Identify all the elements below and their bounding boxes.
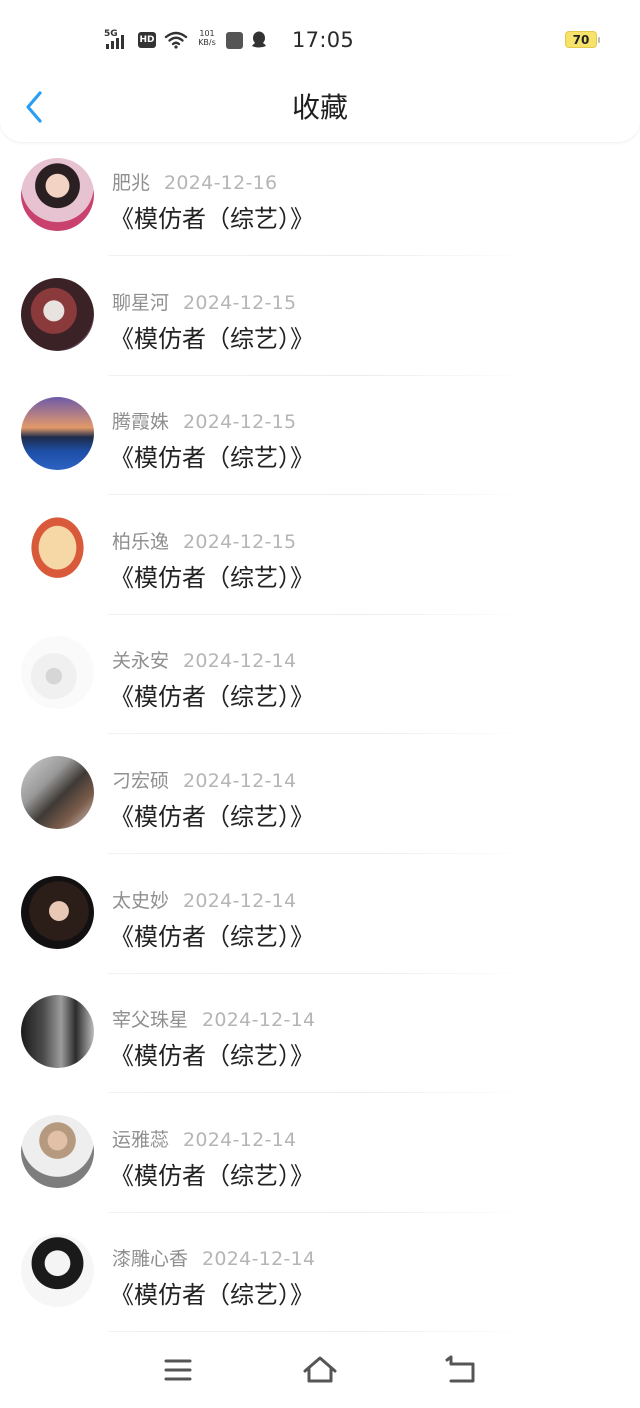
favorites-list: 肥兆 2024-12-16 《模仿者（综艺）》 聊星河 2024-12-15 《模仿… bbox=[0, 142, 640, 1338]
list-item[interactable]: 刁宏硕 2024-12-14 《模仿者（综艺）》 bbox=[0, 740, 640, 860]
avatar[interactable] bbox=[21, 755, 94, 829]
hd-voice-icon: HD bbox=[138, 32, 156, 48]
work-title[interactable]: 《模仿者（综艺）》 bbox=[110, 917, 314, 952]
favorite-date: 2024-12-14 bbox=[202, 1248, 316, 1271]
avatar[interactable] bbox=[21, 636, 94, 710]
app-notification-icon bbox=[226, 31, 243, 49]
work-title[interactable]: 《模仿者（综艺）》 bbox=[110, 1156, 314, 1191]
user-name[interactable]: 聊星河 bbox=[112, 292, 169, 314]
qq-icon bbox=[252, 31, 266, 48]
divider bbox=[108, 1331, 528, 1333]
work-title[interactable]: 《模仿者（综艺）》 bbox=[110, 677, 314, 712]
avatar[interactable] bbox=[21, 277, 94, 351]
divider bbox=[108, 733, 528, 735]
user-name[interactable]: 肥兆 bbox=[112, 172, 150, 194]
favorite-date: 2024-12-15 bbox=[183, 530, 297, 553]
user-name[interactable]: 运雅蕊 bbox=[112, 1129, 169, 1151]
back-icon[interactable] bbox=[442, 1350, 482, 1390]
divider bbox=[108, 494, 528, 496]
work-title[interactable]: 《模仿者（综艺）》 bbox=[110, 558, 314, 593]
work-title[interactable]: 《模仿者（综艺）》 bbox=[110, 319, 314, 354]
list-item[interactable]: 运雅蕊 2024-12-14 《模仿者（综艺）》 bbox=[0, 1099, 640, 1219]
work-title[interactable]: 《模仿者（综艺）》 bbox=[110, 1275, 314, 1310]
list-item[interactable]: 漆雕心香 2024-12-14 《模仿者（综艺）》 bbox=[0, 1218, 640, 1338]
divider bbox=[108, 255, 528, 256]
favorite-date: 2024-12-14 bbox=[183, 650, 297, 673]
avatar[interactable] bbox=[21, 158, 94, 231]
avatar[interactable] bbox=[21, 875, 94, 949]
list-item[interactable]: 柏乐逸 2024-12-15 《模仿者（综艺）》 bbox=[0, 501, 640, 621]
menu-icon[interactable] bbox=[158, 1350, 198, 1390]
work-title[interactable]: 《模仿者（综艺）》 bbox=[110, 199, 314, 234]
work-title[interactable]: 《模仿者（综艺）》 bbox=[110, 438, 314, 473]
avatar[interactable] bbox=[21, 516, 94, 590]
page-title: 收藏 bbox=[291, 91, 348, 124]
list-item[interactable]: 聊星河 2024-12-15 《模仿者（综艺）》 bbox=[0, 262, 640, 382]
system-navigation-bar bbox=[0, 1336, 640, 1408]
favorite-date: 2024-12-14 bbox=[183, 769, 297, 792]
favorite-date: 2024-12-16 bbox=[164, 172, 278, 194]
header-bar: 5G HD 101 KB/s 17:05 70 收藏 bbox=[0, 0, 640, 142]
user-name[interactable]: 刁宏硕 bbox=[112, 770, 169, 792]
list-item[interactable]: 关永安 2024-12-14 《模仿者（综艺）》 bbox=[0, 620, 640, 740]
user-name[interactable]: 宰父珠星 bbox=[112, 1009, 188, 1031]
favorite-date: 2024-12-14 bbox=[202, 1009, 316, 1032]
home-icon[interactable] bbox=[300, 1350, 340, 1390]
divider bbox=[108, 374, 528, 376]
cellular-signal-icon: 5G bbox=[104, 29, 130, 51]
avatar[interactable] bbox=[21, 995, 94, 1069]
avatar[interactable] bbox=[21, 1114, 94, 1188]
divider bbox=[108, 1092, 528, 1094]
divider bbox=[108, 852, 528, 854]
list-item[interactable]: 太史妙 2024-12-14 《模仿者（综艺）》 bbox=[0, 860, 640, 980]
network-speed: 101 KB/s bbox=[196, 29, 218, 51]
favorite-date: 2024-12-14 bbox=[183, 889, 297, 912]
user-name[interactable]: 漆雕心香 bbox=[112, 1248, 188, 1270]
divider bbox=[108, 972, 528, 974]
divider bbox=[108, 613, 528, 615]
favorite-date: 2024-12-14 bbox=[183, 1128, 297, 1151]
list-item[interactable]: 腾霞姝 2024-12-15 《模仿者（综艺）》 bbox=[0, 381, 640, 501]
favorite-date: 2024-12-15 bbox=[183, 411, 297, 434]
user-name[interactable]: 太史妙 bbox=[112, 890, 169, 912]
status-icons: 5G HD 101 KB/s bbox=[104, 28, 267, 52]
network-speed-unit: KB/s bbox=[198, 38, 216, 47]
network-speed-value: 101 bbox=[199, 29, 215, 38]
list-item[interactable]: 肥兆 2024-12-16 《模仿者（综艺）》 bbox=[0, 142, 640, 262]
favorite-date: 2024-12-15 bbox=[183, 291, 297, 314]
status-bar: 5G HD 101 KB/s 17:05 70 bbox=[0, 0, 640, 80]
wifi-icon bbox=[164, 31, 188, 49]
user-name[interactable]: 腾霞姝 bbox=[112, 411, 169, 433]
avatar[interactable] bbox=[21, 1234, 94, 1308]
avatar[interactable] bbox=[21, 397, 94, 471]
list-item[interactable]: 宰父珠星 2024-12-14 《模仿者（综艺）》 bbox=[0, 979, 640, 1099]
work-title[interactable]: 《模仿者（综艺）》 bbox=[110, 797, 314, 832]
user-name[interactable]: 关永安 bbox=[112, 650, 169, 672]
work-title[interactable]: 《模仿者（综艺）》 bbox=[110, 1036, 314, 1071]
battery-indicator: 70 bbox=[565, 31, 600, 48]
divider bbox=[108, 1211, 528, 1213]
user-name[interactable]: 柏乐逸 bbox=[112, 531, 169, 553]
status-time: 17:05 bbox=[292, 28, 355, 52]
